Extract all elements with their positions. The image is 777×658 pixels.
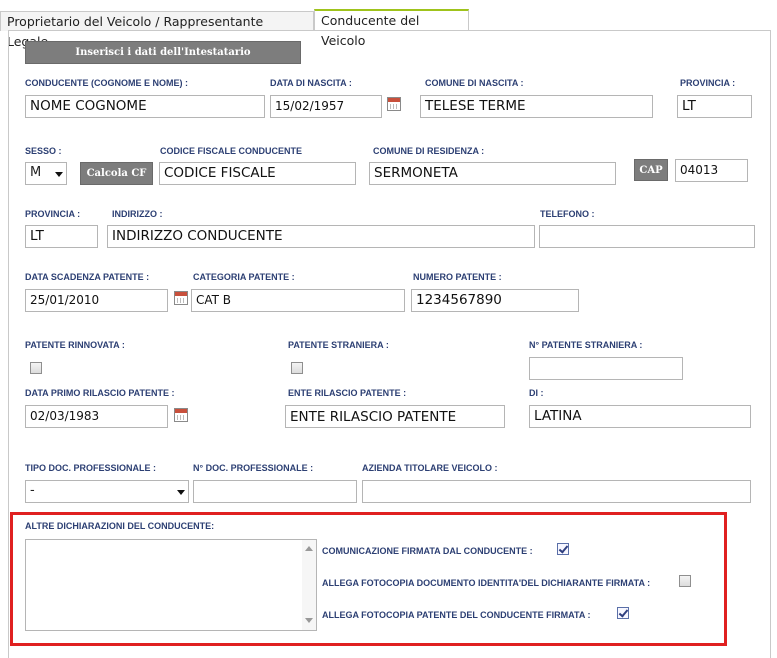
tax-code-label: CODICE FISCALE CONDUCENTE xyxy=(160,146,303,156)
first-issue-label: DATA PRIMO RILASCIO PATENTE : xyxy=(25,388,175,398)
chevron-down-icon xyxy=(55,172,63,177)
calendar-icon[interactable] xyxy=(387,97,401,111)
renewed-license-label: PATENTE RINNOVATA : xyxy=(25,340,125,350)
driver-name-input[interactable]: NOME COGNOME xyxy=(25,95,265,118)
chevron-down-icon xyxy=(177,490,185,495)
of-label: DI : xyxy=(529,388,544,398)
sex-select-value: M xyxy=(30,165,42,180)
license-number-label: NUMERO PATENTE : xyxy=(413,272,502,282)
phone-label: TELEFONO : xyxy=(540,209,595,219)
birth-city-input[interactable]: TELESE TERME xyxy=(420,95,653,118)
residence-province-label: PROVINCIA : xyxy=(25,209,81,219)
license-category-label: CATEGORIA PATENTE : xyxy=(193,272,295,282)
driver-name-label: CONDUCENTE (COGNOME E NOME) : xyxy=(25,78,188,88)
license-number-input[interactable]: 1234567890 xyxy=(411,289,579,312)
license-category-input[interactable]: CAT B xyxy=(191,289,405,312)
signed-by-driver-label: COMUNICAZIONE FIRMATA DAL CONDUCENTE : xyxy=(322,546,533,556)
foreign-license-label: PATENTE STRANIERA : xyxy=(288,340,389,350)
company-input[interactable] xyxy=(362,480,751,503)
tax-code-input[interactable]: CODICE FISCALE xyxy=(159,162,356,185)
scroll-down-icon[interactable] xyxy=(305,618,313,623)
cap-input[interactable]: 04013 xyxy=(675,159,748,182)
other-declarations-label: ALTRE DICHIARAZIONI DEL CONDUCENTE: xyxy=(25,521,215,531)
tab-driver[interactable]: Conducente del Veicolo xyxy=(314,9,469,48)
id-copy-checkbox[interactable] xyxy=(679,575,691,587)
doc-number-label: N° DOC. PROFESSIONALE : xyxy=(193,463,314,473)
birth-province-label: PROVINCIA : xyxy=(680,78,736,88)
signed-by-driver-checkbox[interactable] xyxy=(557,543,569,555)
license-copy-label: ALLEGA FOTOCOPIA PATENTE DEL CONDUCENTE … xyxy=(322,610,591,620)
issuer-input[interactable]: ENTE RILASCIO PATENTE xyxy=(285,405,505,428)
other-declarations-textarea[interactable] xyxy=(25,539,317,631)
id-copy-label: ALLEGA FOTOCOPIA DOCUMENTO IDENTITA'DEL … xyxy=(322,578,651,588)
address-input[interactable]: INDIRIZZO CONDUCENTE xyxy=(107,225,535,248)
scroll-up-icon[interactable] xyxy=(305,546,313,551)
issuer-label: ENTE RILASCIO PATENTE : xyxy=(288,388,407,398)
doc-type-label: TIPO DOC. PROFESSIONALE : xyxy=(25,463,157,473)
phone-input[interactable] xyxy=(539,225,755,248)
foreign-license-number-input[interactable] xyxy=(529,357,683,380)
of-input[interactable]: LATINA xyxy=(529,405,751,428)
license-expiry-input[interactable]: 25/01/2010 xyxy=(25,289,168,312)
tab-owner[interactable]: Proprietario del Veicolo / Rappresentant… xyxy=(0,11,314,49)
residence-province-input[interactable]: LT xyxy=(25,225,98,248)
sex-label: SESSO : xyxy=(25,146,62,156)
calendar-icon[interactable] xyxy=(174,408,188,422)
address-label: INDIRIZZO : xyxy=(112,209,163,219)
residence-label: COMUNE DI RESIDENZA : xyxy=(373,146,485,156)
doc-number-input[interactable] xyxy=(193,480,357,503)
doc-type-select-value: - xyxy=(30,483,35,498)
cap-button[interactable]: CAP xyxy=(634,159,668,181)
residence-input[interactable]: SERMONETA xyxy=(369,162,616,185)
scrollbar[interactable] xyxy=(302,540,316,630)
foreign-license-number-label: N° PATENTE STRANIERA : xyxy=(529,340,643,350)
license-expiry-label: DATA SCADENZA PATENTE : xyxy=(25,272,150,282)
foreign-license-checkbox[interactable] xyxy=(291,362,303,374)
birth-date-input[interactable]: 15/02/1957 xyxy=(270,95,382,118)
first-issue-input[interactable]: 02/03/1983 xyxy=(25,405,168,428)
company-label: AZIENDA TITOLARE VEICOLO : xyxy=(362,463,498,473)
license-copy-checkbox[interactable] xyxy=(617,607,629,619)
sex-select[interactable]: M xyxy=(25,162,67,185)
insert-owner-data-button[interactable]: Inserisci i dati dell'Intestatario xyxy=(25,41,301,64)
birth-city-label: COMUNE DI NASCITA : xyxy=(425,78,524,88)
calculate-cf-button[interactable]: Calcola CF xyxy=(80,162,153,185)
calendar-icon[interactable] xyxy=(174,291,188,305)
doc-type-select[interactable]: - xyxy=(25,480,189,503)
renewed-license-checkbox[interactable] xyxy=(30,362,42,374)
birth-province-input[interactable]: LT xyxy=(677,95,752,118)
birth-date-label: DATA DI NASCITA : xyxy=(270,78,352,88)
